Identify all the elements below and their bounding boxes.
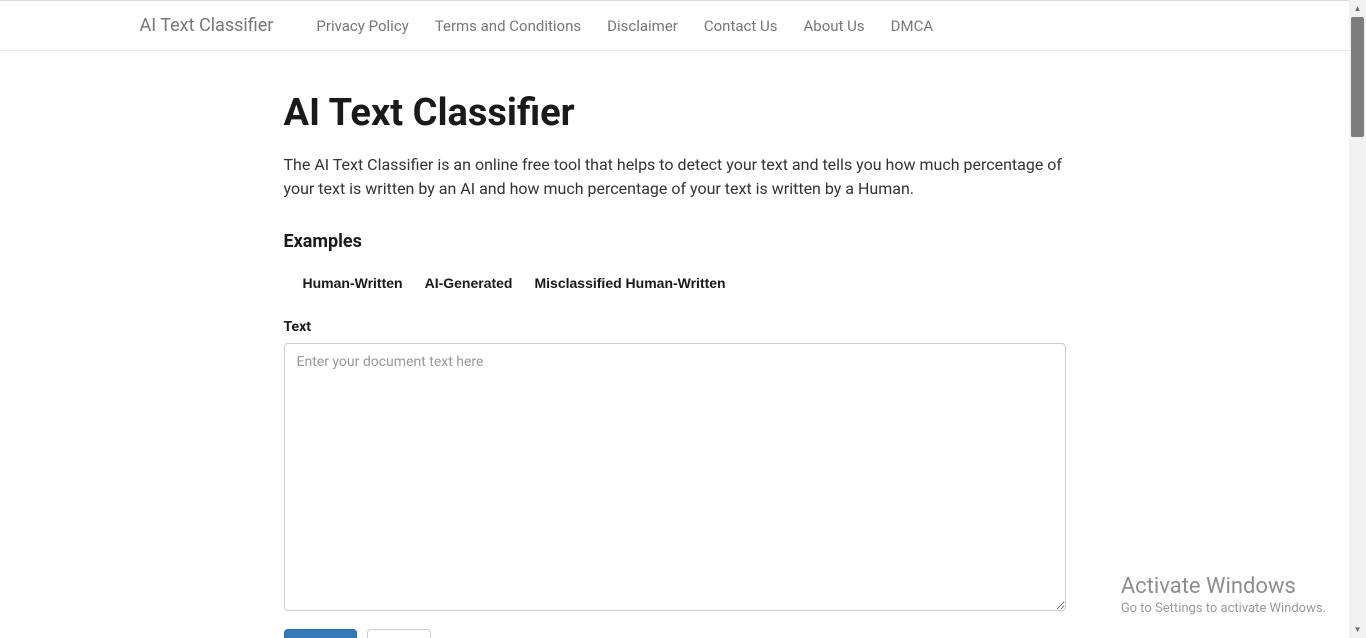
clear-button[interactable]: Clear — [367, 629, 430, 638]
nav-link-contact-us[interactable]: Contact Us — [691, 3, 791, 49]
scroll-up-icon[interactable]: ▴ — [1349, 0, 1366, 17]
page-title: AI Text Classifier — [284, 91, 1066, 135]
main-content: AI Text Classifier The AI Text Classifie… — [284, 51, 1066, 638]
submit-button[interactable]: Submit — [284, 629, 358, 638]
example-tabs: Human-Written AI-Generated Misclassified… — [284, 267, 1066, 299]
nav-link-terms-and-conditions[interactable]: Terms and Conditions — [422, 3, 594, 49]
scrollbar[interactable]: ▴ ▾ — [1349, 0, 1366, 638]
nav-link-about-us[interactable]: About Us — [790, 3, 877, 49]
tab-human-written[interactable]: Human-Written — [292, 267, 414, 299]
button-row: Submit Clear — [284, 629, 1066, 638]
nav-link-dmca[interactable]: DMCA — [878, 3, 947, 49]
tab-ai-generated[interactable]: AI-Generated — [414, 267, 524, 299]
nav-link-privacy-policy[interactable]: Privacy Policy — [303, 3, 421, 49]
navbar-nav: Privacy Policy Terms and Conditions Disc… — [303, 16, 946, 35]
scroll-down-icon[interactable]: ▾ — [1349, 621, 1366, 638]
document-text-input[interactable] — [284, 343, 1066, 611]
scroll-thumb[interactable] — [1351, 17, 1364, 137]
scroll-track[interactable] — [1349, 17, 1366, 621]
tab-misclassified-human-written[interactable]: Misclassified Human-Written — [524, 267, 737, 299]
navbar-inner: AI Text Classifier Privacy Policy Terms … — [140, 1, 1210, 50]
page-viewport: AI Text Classifier Privacy Policy Terms … — [0, 0, 1349, 638]
page-description: The AI Text Classifier is an online free… — [284, 153, 1066, 201]
content-wrap: AI Text Classifier Privacy Policy Terms … — [0, 1, 1349, 638]
nav-link-disclaimer[interactable]: Disclaimer — [594, 3, 691, 49]
navbar: AI Text Classifier Privacy Policy Terms … — [0, 1, 1349, 51]
text-label: Text — [284, 319, 1066, 335]
navbar-brand[interactable]: AI Text Classifier — [140, 15, 274, 36]
examples-heading: Examples — [284, 231, 1066, 252]
